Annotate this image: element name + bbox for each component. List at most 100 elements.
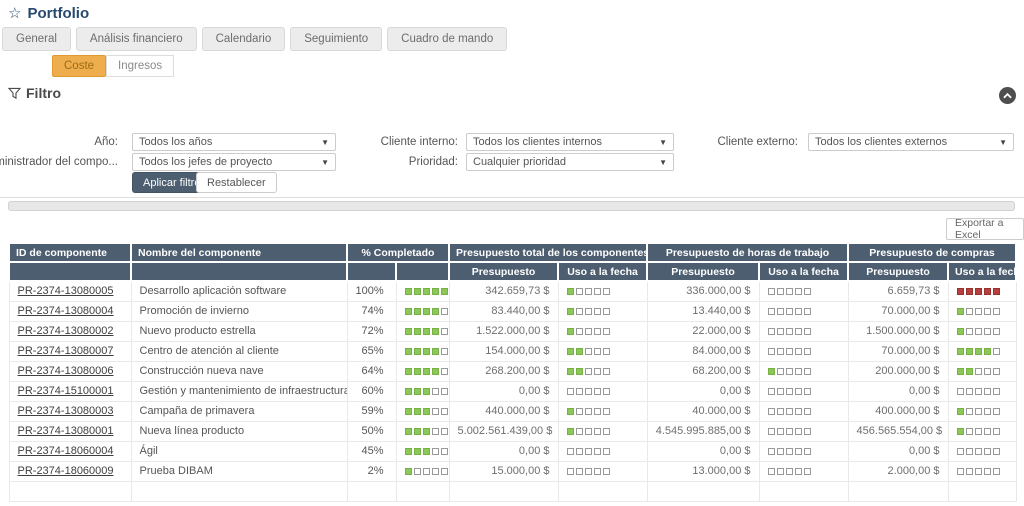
collapsed-panel-strip[interactable] — [8, 201, 1015, 211]
square-empty-icon — [794, 287, 802, 295]
purch-budget-value: 200.000,00 $ — [847, 360, 949, 382]
component-id-link[interactable]: PR-2374-13080002 — [18, 325, 114, 337]
collapse-filter-button[interactable] — [999, 87, 1016, 104]
pct-completed-squares — [395, 360, 450, 382]
empty-cell — [346, 480, 397, 502]
hours-used-squares — [758, 460, 849, 482]
table-row: PR-2374-13080004 Promoción de invierno 74%… — [8, 300, 1017, 322]
tab-cuadro-de-mando[interactable]: Cuadro de mando — [387, 27, 508, 51]
square-empty-icon — [776, 287, 784, 295]
component-id-link[interactable]: PR-2374-15100001 — [18, 385, 114, 397]
total-used-squares — [557, 320, 648, 342]
progress-squares — [404, 467, 448, 475]
pct-completed-value: 100% — [346, 280, 397, 302]
subtab-ingresos[interactable]: Ingresos — [106, 55, 175, 77]
component-id-link[interactable]: PR-2374-18060009 — [18, 465, 114, 477]
component-id-link[interactable]: PR-2374-13080003 — [18, 405, 114, 417]
square-filled-icon — [404, 327, 412, 335]
component-id-link[interactable]: PR-2374-18060004 — [18, 445, 114, 457]
caret-down-icon: ▼ — [999, 137, 1007, 147]
square-empty-icon — [983, 427, 991, 435]
component-name: Construcción nueva nave — [130, 360, 348, 382]
square-filled-icon — [983, 347, 991, 355]
header-component-name[interactable]: Nombre del componente — [130, 242, 348, 263]
header-total-budget[interactable]: Presupuesto — [448, 261, 560, 282]
priority-select-value: Cualquier prioridad — [473, 156, 566, 168]
pct-completed-squares — [395, 300, 450, 322]
internal-client-select[interactable]: Todos los clientes internos ▼ — [466, 133, 674, 151]
header-total-used[interactable]: Uso a la fecha — [557, 261, 649, 282]
priority-select[interactable]: Cualquier prioridad ▼ — [466, 153, 674, 171]
progress-squares — [404, 327, 448, 335]
square-empty-icon — [974, 387, 982, 395]
tab-analisis-financiero[interactable]: Análisis financiero — [75, 27, 197, 51]
progress-squares — [404, 407, 448, 415]
square-empty-icon — [983, 447, 991, 455]
component-id-link[interactable]: PR-2374-13080006 — [18, 365, 114, 377]
square-empty-icon — [974, 367, 982, 375]
table-row: PR-2374-15100001 Gestión y mantenimiento … — [8, 380, 1017, 402]
header-group-total-budget[interactable]: Presupuesto total de los componentes — [448, 242, 649, 263]
tab-calendario[interactable]: Calendario — [201, 27, 286, 51]
square-empty-icon — [767, 387, 775, 395]
square-empty-icon — [440, 347, 448, 355]
square-empty-icon — [803, 427, 811, 435]
tab-general[interactable]: General — [2, 27, 71, 51]
header-hours-budget[interactable]: Presupuesto — [646, 261, 761, 282]
purch-used-squares — [947, 460, 1017, 482]
square-empty-icon — [803, 307, 811, 315]
header-purchases-used[interactable]: Uso a la fecha — [947, 261, 1018, 282]
square-filled-icon — [431, 287, 439, 295]
external-client-select[interactable]: Todos los clientes externos ▼ — [808, 133, 1014, 151]
caret-down-icon: ▼ — [659, 157, 667, 167]
header-hours-used[interactable]: Uso a la fecha — [758, 261, 850, 282]
hours-used-squares — [758, 420, 849, 442]
square-empty-icon — [440, 427, 448, 435]
header-group-hours-budget[interactable]: Presupuesto de horas de trabajo — [646, 242, 850, 263]
square-empty-icon — [794, 467, 802, 475]
components-table: ID de componente Nombre del componente %… — [8, 242, 1018, 502]
progress-squares — [404, 307, 448, 315]
internal-client-select-value: Todos los clientes internos — [473, 136, 603, 148]
pct-completed-squares — [395, 340, 450, 362]
component-manager-select[interactable]: Todos los jefes de proyecto ▼ — [132, 153, 336, 171]
header-pct-completed[interactable]: % Completado — [345, 242, 451, 263]
square-empty-icon — [593, 327, 601, 335]
subtab-coste[interactable]: Coste — [52, 55, 107, 77]
square-empty-icon — [956, 447, 964, 455]
star-icon[interactable]: ☆ — [8, 4, 21, 22]
square-filled-icon — [983, 287, 991, 295]
year-label: Año: — [94, 136, 118, 148]
square-empty-icon — [593, 467, 601, 475]
square-filled-icon — [566, 427, 574, 435]
tab-seguimiento[interactable]: Seguimiento — [290, 27, 383, 51]
hours-used-squares — [758, 360, 849, 382]
purch-budget-value: 456.565.554,00 $ — [847, 420, 949, 442]
export-excel-button[interactable]: Exportar a Excel — [946, 217, 1024, 241]
square-empty-icon — [992, 427, 1000, 435]
square-filled-icon — [566, 347, 574, 355]
header-purchases-budget[interactable]: Presupuesto — [847, 261, 950, 282]
component-id-link[interactable]: PR-2374-13080007 — [18, 345, 114, 357]
square-empty-icon — [575, 387, 583, 395]
square-empty-icon — [983, 467, 991, 475]
square-filled-icon — [974, 287, 982, 295]
header-group-purchases-budget[interactable]: Presupuesto de compras — [847, 242, 1018, 263]
year-select[interactable]: Todos los años ▼ — [132, 133, 336, 151]
component-id-link[interactable]: PR-2374-13080004 — [18, 305, 114, 317]
hours-budget-value: 4.545.995.885,00 $ — [646, 420, 760, 442]
progress-squares — [404, 447, 448, 455]
square-filled-icon — [404, 287, 412, 295]
component-id-link[interactable]: PR-2374-13080001 — [18, 425, 114, 437]
table-row: PR-2374-13080007 Centro de atención al cl… — [8, 340, 1017, 362]
square-empty-icon — [992, 327, 1000, 335]
pct-completed-squares — [395, 460, 450, 482]
square-filled-icon — [431, 307, 439, 315]
header-component-id[interactable]: ID de componente — [8, 242, 132, 263]
square-empty-icon — [584, 407, 592, 415]
square-filled-icon — [965, 367, 973, 375]
square-filled-icon — [422, 447, 430, 455]
component-id-link[interactable]: PR-2374-13080005 — [18, 285, 114, 297]
square-empty-icon — [776, 407, 784, 415]
reset-filter-button[interactable]: Restablecer — [196, 172, 277, 193]
